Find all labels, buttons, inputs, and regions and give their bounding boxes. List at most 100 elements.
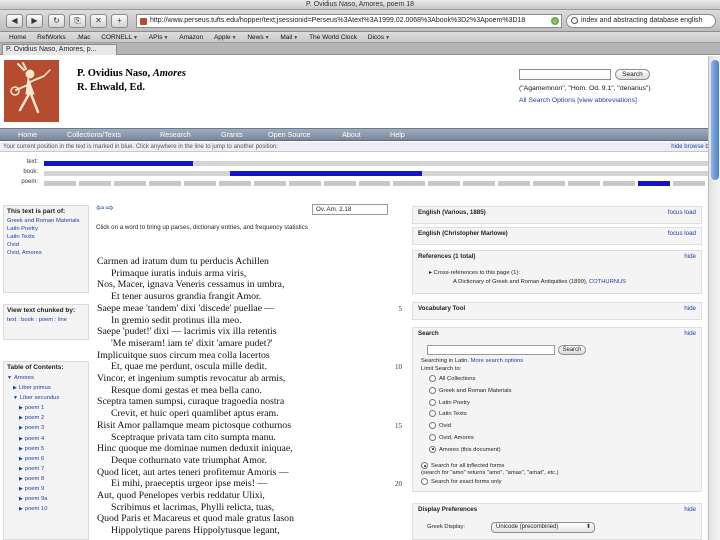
search-scope-option[interactable]: Latin Texts — [429, 410, 467, 417]
more-search-options-link[interactable]: More search options — [471, 358, 524, 364]
poem-line[interactable]: Sceptraque privata tam cito sumpta manu. — [111, 432, 276, 443]
search-scope-option[interactable]: Amores (this document) — [429, 445, 501, 453]
radio-icon[interactable] — [429, 434, 436, 441]
poem-segment[interactable] — [183, 181, 219, 186]
nav-home[interactable]: Home — [18, 129, 37, 141]
poem-line[interactable]: Vincor, et ingenium sumptis revocatur ab… — [97, 373, 285, 384]
part-of-link[interactable]: Ovid — [7, 241, 85, 249]
poem-position-bar[interactable] — [44, 181, 708, 186]
disclosure-closed-icon[interactable]: ▶ — [19, 405, 23, 411]
poem-segment[interactable] — [393, 181, 429, 186]
poem-line[interactable]: Saepe meae 'tandem' dixi 'discede' puell… — [97, 303, 274, 314]
browser-search-field[interactable]: index and abstracting database english — [566, 14, 716, 28]
hide-link[interactable]: hide — [684, 330, 696, 337]
toc-item[interactable]: ▶ poem 5 — [7, 444, 85, 454]
citation-input[interactable]: Ov. Am. 2.18 — [312, 204, 388, 215]
disclosure-closed-icon[interactable]: ▶ — [19, 415, 23, 421]
search-scope-option[interactable]: Latin Poetry — [429, 398, 470, 406]
search-text-input[interactable] — [427, 345, 555, 355]
poem-line[interactable]: Et, quae me perdunt, oscula mille dedit. — [111, 361, 267, 372]
poem-line[interactable]: Resque domi gestas et mea bella cano. — [111, 385, 262, 396]
part-of-link[interactable]: Ovid, Amores — [7, 249, 85, 257]
previous-section-icon[interactable]: ⇦ — [96, 203, 105, 214]
disclosure-closed-icon[interactable]: ▶ — [19, 506, 23, 512]
hide-link[interactable]: hide — [684, 305, 696, 312]
poem-segment[interactable] — [113, 181, 149, 186]
disclosure-closed-icon[interactable]: ▶ — [19, 446, 23, 452]
site-search-button[interactable]: Search — [615, 69, 650, 80]
poem-line[interactable]: Primaque iuratis induis arma viris, — [111, 268, 246, 279]
nav-collections[interactable]: Collections/Texts — [67, 129, 121, 141]
poem-segment[interactable] — [148, 181, 184, 186]
book-position-bar[interactable] — [44, 171, 708, 176]
poem-segment[interactable] — [673, 181, 708, 186]
stop-icon[interactable]: ✕ — [90, 14, 107, 28]
bookmark-icon[interactable]: ⎘ — [69, 14, 86, 28]
bookmark-amazon[interactable]: Amazon — [179, 32, 203, 43]
disclosure-closed-icon[interactable]: ▶ — [19, 486, 23, 492]
disclosure-closed-icon[interactable]: ▶ — [19, 425, 23, 431]
bookmark-refworks[interactable]: RefWorks — [37, 32, 65, 43]
toc-item[interactable]: ▶ poem 2 — [7, 413, 85, 423]
poem-line[interactable]: Risit Amor pallamque meam pictosque coth… — [97, 420, 291, 431]
all-search-options-link[interactable]: All Search Options — [519, 97, 575, 104]
poem-line[interactable]: Quod Paris et Macareus et quod male grat… — [97, 513, 294, 524]
poem-segment[interactable] — [463, 181, 499, 186]
radio-icon[interactable] — [429, 422, 436, 430]
poem-segment[interactable] — [323, 181, 359, 186]
nav-grants[interactable]: Grants — [221, 129, 243, 141]
toc-item[interactable]: ▶ poem 6 — [7, 454, 85, 464]
poem-line[interactable]: Et tener ausuros grandia frangit Amor. — [111, 291, 261, 302]
view-abbreviations-link[interactable]: [view abbreviations] — [577, 97, 637, 104]
radio-icon[interactable] — [429, 375, 436, 382]
bookmark-mac[interactable]: .Mac — [76, 32, 90, 43]
radio-icon[interactable] — [421, 478, 428, 485]
toc-item[interactable]: ▶ Liber primus — [7, 383, 85, 393]
poem-line[interactable]: Scribimus et lacrimas, Phylli relicta, t… — [111, 502, 274, 513]
reload-icon[interactable]: ↻ — [48, 14, 65, 28]
poem-line[interactable]: Crevit, et huic operi quamlibet aptus er… — [111, 408, 279, 419]
search-scope-option[interactable]: All Collections — [429, 375, 475, 382]
snapback-icon[interactable] — [551, 17, 559, 25]
poem-line[interactable]: Hippolytique parens Hippolytusque legant… — [111, 525, 280, 536]
poem-line[interactable]: Sceptra tamen sumpsi, curaque tragoedia … — [97, 396, 284, 407]
part-of-link[interactable]: Greek and Roman Materials — [7, 217, 85, 225]
poem-line[interactable]: Ei mihi, praeceptis urgeor ipse meis! — — [111, 478, 267, 489]
text-position-bar[interactable] — [44, 161, 708, 166]
disclosure-open-icon[interactable]: ▼ — [7, 375, 12, 381]
chunk-links[interactable]: text : book : poem : line — [4, 316, 88, 327]
search-button[interactable]: Search — [558, 345, 586, 355]
hide-link[interactable]: hide — [684, 253, 696, 260]
address-bar[interactable]: http://www.perseus.tufts.edu/hopper/text… — [136, 14, 562, 28]
toc-item[interactable]: ▶ poem 9a — [7, 494, 85, 504]
radio-icon[interactable] — [429, 410, 436, 418]
greek-display-select[interactable]: Unicode (precombined) ⬍ — [491, 522, 595, 533]
hide-link[interactable]: hide — [684, 506, 696, 513]
poem-segment[interactable] — [44, 181, 79, 186]
poem-line[interactable]: Quod licet, aut artes teneri profitemur … — [97, 467, 289, 478]
toc-item[interactable]: ▼ Amores — [7, 373, 85, 383]
nav-research[interactable]: Research — [160, 129, 191, 141]
disclosure-closed-icon[interactable]: ▶ — [19, 466, 23, 472]
back-icon[interactable]: ◀ — [6, 14, 23, 28]
disclosure-open-icon[interactable]: ▼ — [13, 395, 18, 401]
poem-segment[interactable] — [603, 181, 639, 186]
search-scope-option[interactable]: Ovid — [429, 422, 451, 429]
focus-load-links[interactable]: focus load — [668, 230, 696, 237]
perseus-logo[interactable] — [4, 60, 59, 122]
toc-item[interactable]: ▶ poem 3 — [7, 423, 85, 433]
toc-item[interactable]: ▼ Liber secundus — [7, 393, 85, 403]
toc-item[interactable]: ▶ poem 4 — [7, 434, 85, 444]
disclosure-closed-icon[interactable]: ▶ — [19, 476, 23, 482]
nav-help[interactable]: Help — [390, 129, 405, 141]
disclosure-closed-icon[interactable]: ▶ — [19, 456, 23, 462]
poem-segment-current[interactable] — [638, 181, 674, 186]
poem-line[interactable]: In gremio sedit protinus illa meo. — [111, 315, 242, 326]
disclosure-closed-icon[interactable]: ▶ — [19, 436, 23, 442]
poem-line[interactable]: 'Me miseram! iam te' dixit 'amare pudet?… — [111, 338, 273, 349]
poem-line[interactable]: Implicuitque suos circum mea colla lacer… — [97, 350, 270, 361]
page-scrollbar[interactable] — [708, 56, 720, 540]
nav-open-source[interactable]: Open Source — [268, 129, 310, 141]
poem-segment[interactable] — [358, 181, 394, 186]
bookmark-world-clock[interactable]: The World Clock — [309, 32, 357, 43]
